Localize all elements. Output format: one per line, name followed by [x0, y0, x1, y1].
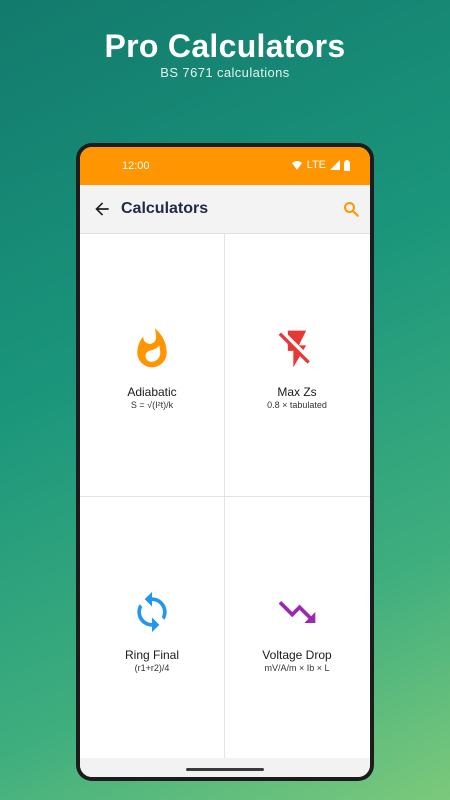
- grid-divider-horizontal: [80, 496, 370, 497]
- battery-icon: [344, 159, 350, 171]
- calculator-name: Max Zs: [277, 385, 317, 399]
- search-icon[interactable]: [342, 200, 360, 218]
- wifi-calling-icon: [291, 160, 302, 170]
- app-bar: Calculators: [80, 185, 370, 234]
- calculator-formula: (r1+r2)/4: [134, 663, 170, 673]
- calculator-card-ring-final[interactable]: Ring Final (r1+r2)/4: [80, 497, 224, 759]
- calculator-name: Ring Final: [124, 648, 180, 662]
- trending-down-icon: [278, 601, 316, 623]
- flash-off-icon: [278, 330, 310, 368]
- promo-subtitle: BS 7671 calculations: [160, 65, 290, 80]
- calculator-name: Adiabatic: [127, 385, 177, 399]
- status-time: 12:00: [122, 160, 150, 172]
- signal-icon: [330, 160, 340, 170]
- back-arrow-icon[interactable]: [92, 199, 112, 219]
- calculator-card-max-zs[interactable]: Max Zs 0.8 × tabulated: [225, 234, 369, 496]
- home-indicator[interactable]: [186, 768, 264, 771]
- calculator-formula: 0.8 × tabulated: [267, 400, 327, 410]
- calculator-card-voltage-drop[interactable]: Voltage Drop mV/A/m × Ib × L: [225, 497, 369, 759]
- status-bar: 12:00 LTE: [80, 147, 370, 185]
- phone-frame: 12:00 LTE Calculators Adiabatic S = √(I²…: [76, 143, 374, 781]
- calculator-name: Voltage Drop: [262, 648, 332, 662]
- sync-icon: [137, 591, 167, 633]
- status-icons: LTE: [291, 159, 350, 171]
- flame-icon: [137, 328, 167, 368]
- calculator-formula: mV/A/m × Ib × L: [264, 663, 330, 673]
- calculator-grid: Adiabatic S = √(I²t)/k Max Zs 0.8 × tabu…: [80, 234, 370, 759]
- promo-title: Pro Calculators: [104, 28, 346, 64]
- calculator-card-adiabatic[interactable]: Adiabatic S = √(I²t)/k: [80, 234, 224, 496]
- phone-screen: 12:00 LTE Calculators Adiabatic S = √(I²…: [80, 147, 370, 777]
- gesture-nav-bar: [80, 758, 370, 777]
- calculator-formula: S = √(I²t)/k: [130, 400, 174, 410]
- network-type: LTE: [306, 159, 326, 171]
- page-title: Calculators: [121, 200, 209, 217]
